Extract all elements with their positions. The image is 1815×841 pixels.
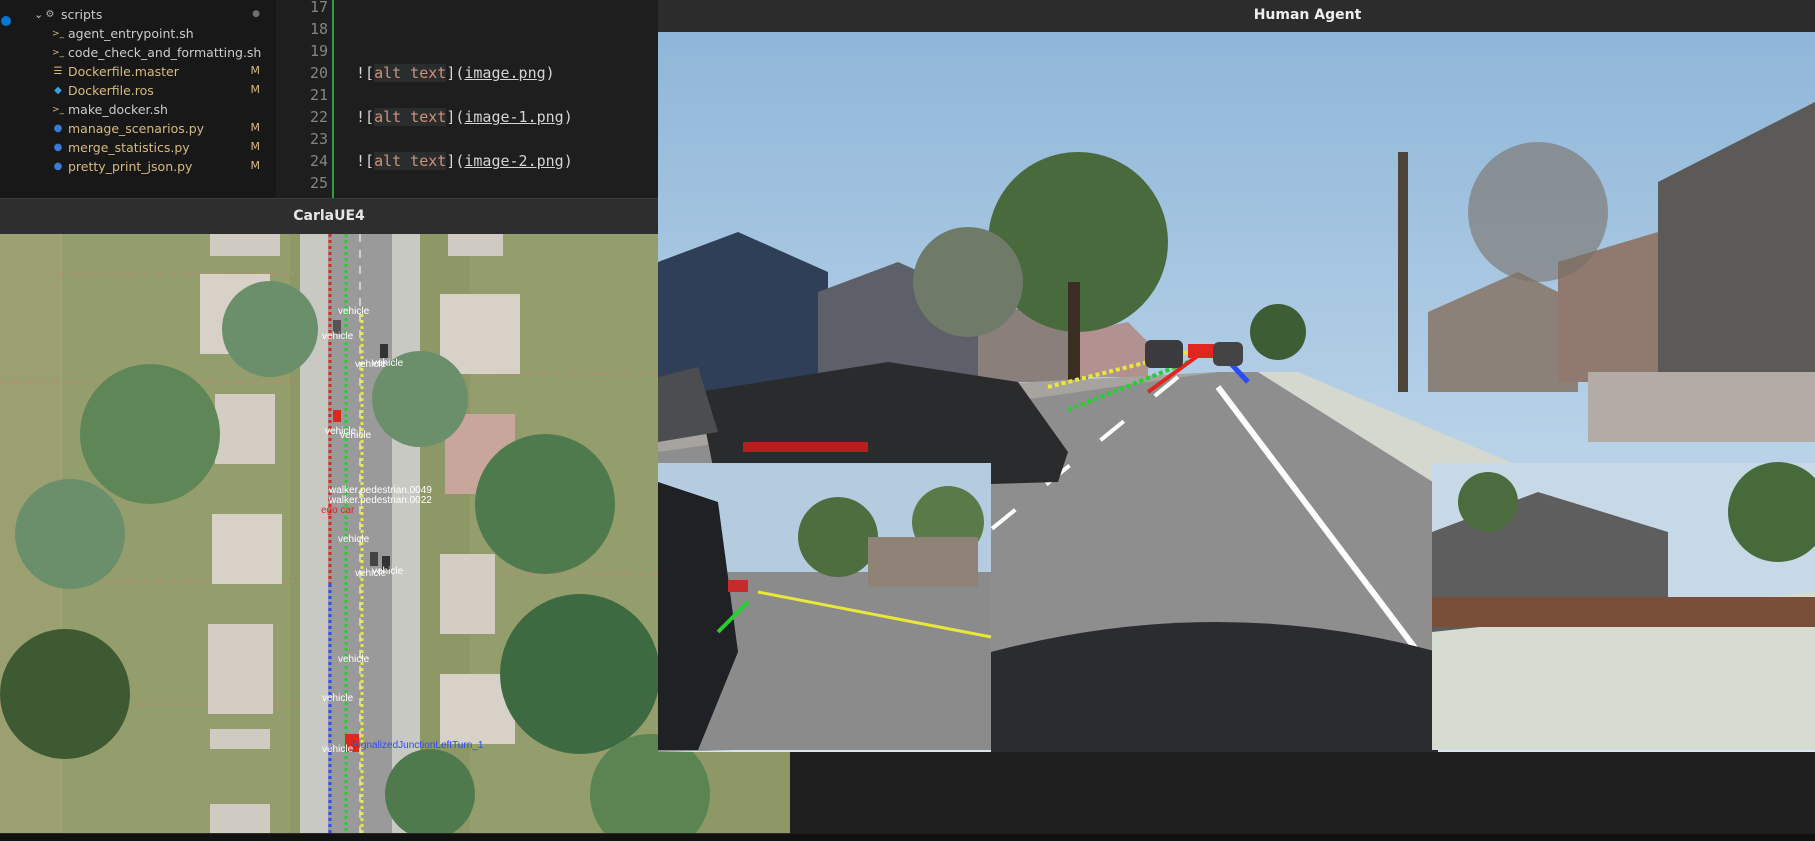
line-number: 21 — [309, 86, 328, 104]
code-line: 24 ![alt text](image-2.png) — [276, 152, 660, 174]
markdown-image-code: ![alt text](image.png) — [356, 64, 555, 82]
line-number: 25 — [309, 174, 328, 192]
file-name: Dockerfile.master — [68, 64, 179, 79]
file-name: Dockerfile.ros — [68, 83, 154, 98]
code-token: ) — [563, 108, 573, 126]
image-link[interactable]: image.png — [464, 64, 545, 82]
line-number: 19 — [309, 42, 328, 60]
code-line: 19 — [276, 42, 660, 64]
file-explorer: ⌄ ⚙ scripts ● >_ agent_entrypoint.sh >_ … — [14, 0, 276, 198]
vehicle-label: vehicle — [338, 306, 370, 317]
code-token: ]( — [446, 64, 465, 82]
vehicle-label: vehicle — [322, 331, 354, 342]
file-name: merge_statistics.py — [68, 140, 190, 155]
right-mirror-view — [1432, 462, 1815, 750]
line-number: 23 — [309, 130, 328, 148]
code-line: 20 ![alt text](image.png) — [276, 64, 660, 86]
line-number: 24 — [309, 152, 328, 170]
folder-modified-dot-icon: ● — [252, 9, 260, 19]
code-line: 18 — [276, 20, 660, 42]
alt-text-token: alt text — [374, 64, 447, 82]
human-agent-titlebar[interactable]: Human Agent — [658, 0, 1815, 32]
code-token: ]( — [446, 152, 465, 170]
image-link[interactable]: image-1.png — [464, 108, 563, 126]
alt-text-token: alt text — [374, 152, 447, 170]
code-token: ![ — [356, 152, 375, 170]
docker-whale-icon: ◆ — [54, 85, 62, 96]
chevron-down-icon[interactable]: ⌄ — [34, 8, 43, 21]
window-title: CarlaUE4 — [293, 208, 365, 224]
image-link[interactable]: image-2.png — [464, 152, 563, 170]
code-editor[interactable]: 17 18 19 20 ![alt text](image.png) 21 22… — [276, 0, 660, 198]
git-status-badge: M — [250, 121, 261, 134]
alt-text-token: alt text — [374, 108, 447, 126]
code-token: ) — [545, 64, 555, 82]
vehicle-label: vehicle — [338, 534, 370, 545]
vehicle-label: vehicle — [340, 430, 372, 441]
vehicle-label: vehicle — [372, 358, 404, 369]
line-number: 22 — [309, 108, 328, 126]
file-name: pretty_print_json.py — [68, 159, 193, 174]
vehicle-label: vehicle — [372, 566, 404, 577]
git-status-badge: M — [250, 64, 261, 77]
git-status-badge: M — [250, 159, 261, 172]
code-token: ![ — [356, 64, 375, 82]
file-name: manage_scenarios.py — [68, 121, 205, 136]
git-status-badge: M — [250, 140, 261, 153]
source-control-icon[interactable] — [1, 16, 11, 26]
vehicle-label: vehicle — [322, 744, 354, 755]
vehicle-label: vehicle — [338, 654, 370, 665]
window-title: Human Agent — [1253, 7, 1362, 23]
code-line: 22 ![alt text](image-1.png) — [276, 108, 660, 130]
line-number: 18 — [309, 20, 328, 38]
code-token: ]( — [446, 108, 465, 126]
vehicle-label: vehicle — [322, 693, 354, 704]
file-name: code_check_and_formatting.sh — [68, 45, 262, 60]
code-token: ) — [563, 152, 573, 170]
front-camera-view — [658, 32, 1815, 752]
git-status-badge: M — [250, 83, 261, 96]
folder-name: scripts — [61, 7, 103, 22]
folder-gear-icon: ⚙ — [45, 9, 55, 20]
code-line: 17 — [276, 0, 660, 20]
markdown-image-code: ![alt text](image-1.png) — [356, 108, 573, 126]
file-name: agent_entrypoint.sh — [68, 26, 194, 41]
shell-file-icon: >_ — [52, 105, 65, 115]
shell-file-icon: >_ — [52, 48, 65, 58]
line-number: 17 — [309, 0, 328, 16]
dockerfile-icon: ☰ — [53, 66, 63, 77]
code-line: 25 — [276, 174, 660, 196]
left-mirror-view — [658, 463, 992, 750]
taskbar-strip — [0, 834, 1815, 841]
vscode-window: ⌄ ⚙ scripts ● >_ agent_entrypoint.sh >_ … — [0, 0, 660, 198]
file-row[interactable]: ● pretty_print_json.py M — [14, 156, 276, 178]
python-file-icon: ● — [53, 123, 63, 134]
python-file-icon: ● — [53, 161, 63, 172]
python-file-icon: ● — [53, 142, 63, 153]
route-label: SignalizedJunctionLeftTurn_1 — [352, 740, 484, 751]
rear-view — [991, 622, 1438, 752]
shell-file-icon: >_ — [52, 29, 65, 39]
file-name: make_docker.sh — [68, 102, 168, 117]
human-agent-window: Human Agent — [658, 0, 1815, 752]
activity-bar — [0, 0, 14, 198]
ego-car-label: ego car — [321, 505, 355, 516]
line-number: 20 — [309, 64, 328, 82]
code-token: ![ — [356, 108, 375, 126]
code-line: 21 — [276, 86, 660, 108]
code-line: 23 — [276, 130, 660, 152]
markdown-image-code: ![alt text](image-2.png) — [356, 152, 573, 170]
